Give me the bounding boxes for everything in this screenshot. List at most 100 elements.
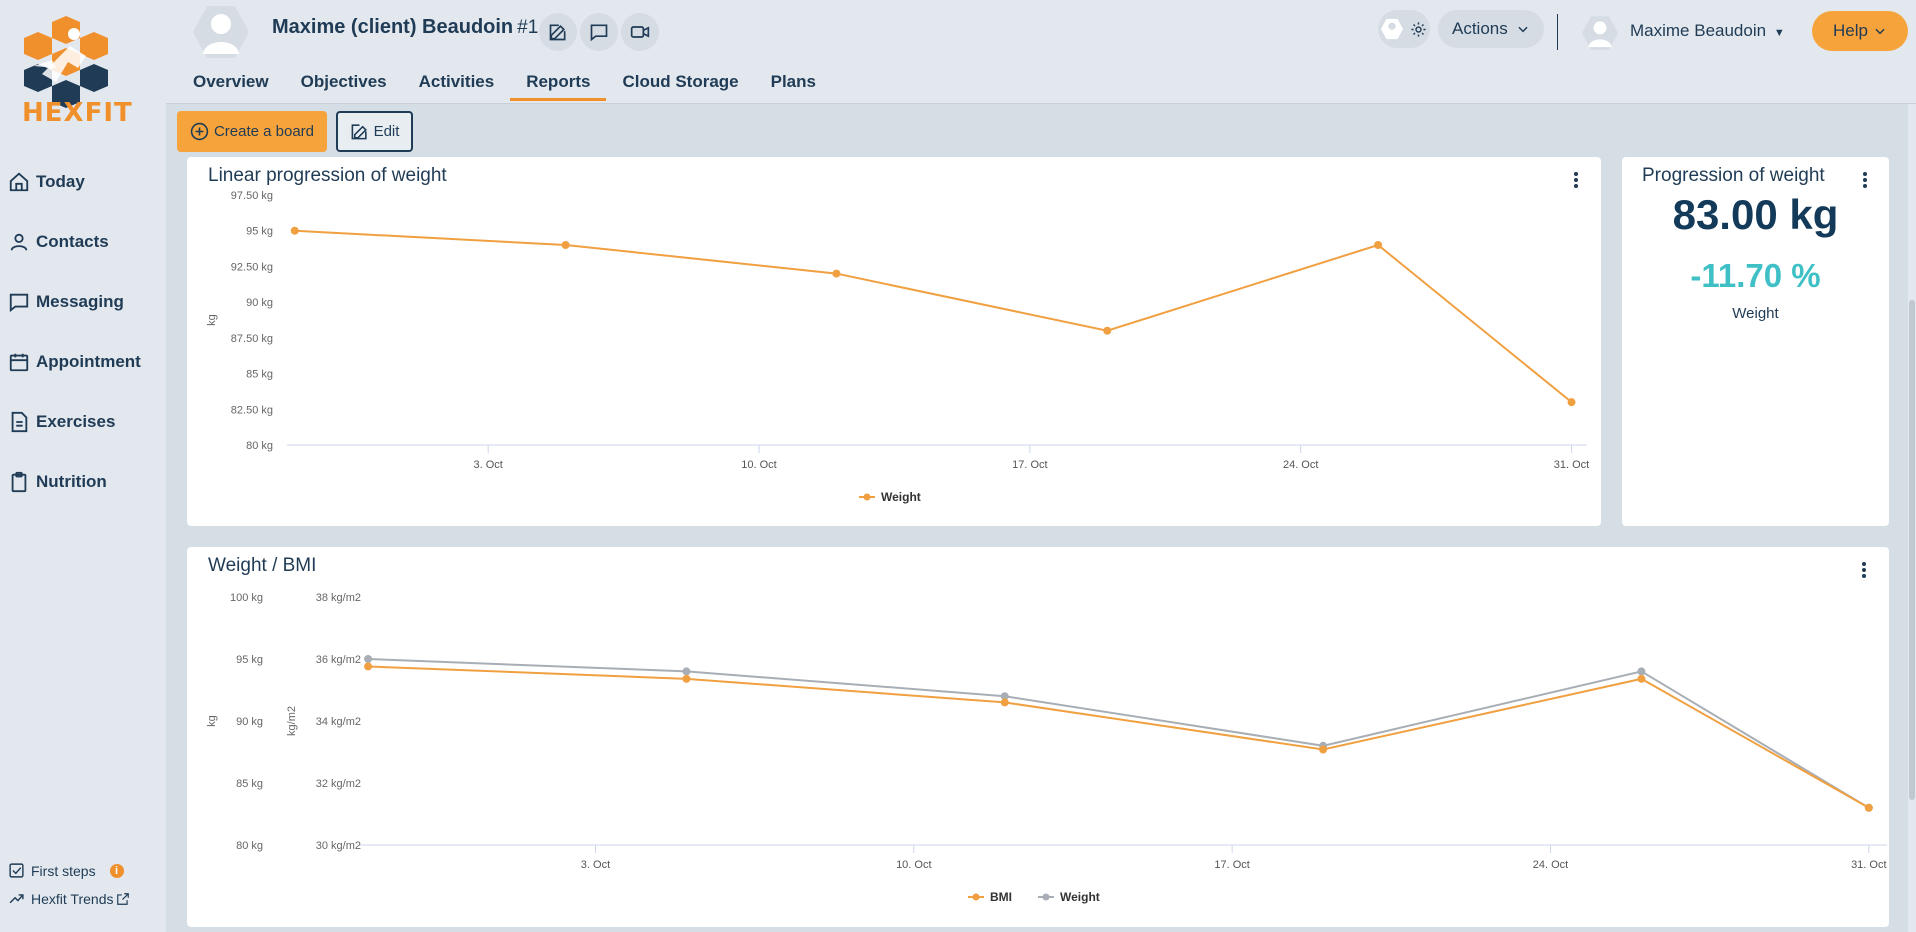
chart-title: Weight / BMI bbox=[208, 555, 317, 576]
edit-board-button[interactable]: Edit bbox=[336, 111, 413, 152]
weight-line-chart: 97.50 kg 95 kg 92.50 kg 90 kg 87.50 kg 85 kg 8… bbox=[206, 190, 1589, 504]
sidebar-item-label: Contacts bbox=[36, 232, 109, 251]
external-link-icon bbox=[117, 892, 130, 905]
weight-change-percent: -11.70 % bbox=[1690, 257, 1821, 294]
y-tick-label: 80 kg bbox=[236, 840, 263, 852]
data-point bbox=[1864, 803, 1873, 812]
weight-metric-card: Progression of weight 83.00 kg -11.70 % … bbox=[1622, 157, 1889, 526]
card-menu-icon[interactable] bbox=[1862, 171, 1868, 189]
video-icon bbox=[630, 26, 650, 38]
y-axis-title: kg bbox=[206, 715, 218, 727]
coach-settings-button[interactable] bbox=[1378, 10, 1430, 48]
tab-activities[interactable]: Activities bbox=[419, 72, 495, 101]
sidebar-item-messaging[interactable]: Messaging bbox=[8, 272, 141, 332]
card-menu-icon[interactable] bbox=[1861, 561, 1867, 579]
sidebar-item-label: Exercises bbox=[36, 412, 116, 431]
metric-label: Weight bbox=[1732, 305, 1779, 322]
y2-tick-label: 32 kg/m2 bbox=[316, 778, 361, 790]
y-tick-label: 80 kg bbox=[246, 440, 273, 452]
pencil-icon bbox=[351, 124, 367, 140]
x-tick-label: 24. Oct bbox=[1283, 459, 1318, 471]
document-icon bbox=[11, 411, 28, 433]
y2-tick-label: 30 kg/m2 bbox=[316, 840, 361, 852]
tab-objectives[interactable]: Objectives bbox=[301, 72, 387, 101]
tab-plans[interactable]: Plans bbox=[771, 72, 816, 101]
card-menu-icon[interactable] bbox=[1573, 171, 1579, 189]
clipboard-icon bbox=[11, 471, 27, 493]
data-point bbox=[1103, 326, 1112, 335]
chat-icon bbox=[590, 24, 608, 42]
data-point bbox=[682, 674, 691, 683]
legend-swatch-dot bbox=[863, 493, 871, 501]
pencil-icon bbox=[549, 24, 566, 41]
chart-title: Linear progression of weight bbox=[208, 165, 447, 186]
y-tick-label: 87.50 kg bbox=[231, 333, 273, 345]
sidebar-nav: Today Contacts Messaging Appointment Exe… bbox=[8, 152, 141, 512]
legend-label: Weight bbox=[1060, 890, 1100, 904]
y-tick-label: 85 kg bbox=[246, 369, 273, 381]
x-tick-label: 10. Oct bbox=[741, 459, 776, 471]
sidebar-item-label: Messaging bbox=[36, 292, 124, 311]
data-point bbox=[1567, 398, 1576, 407]
trend-up-icon bbox=[9, 894, 24, 904]
data-point bbox=[1319, 741, 1328, 750]
create-board-label: Create a board bbox=[213, 123, 315, 140]
weight-bmi-card: Weight / BMI 100 kg 95 kg 90 kg 85 kg 80 kg 3… bbox=[187, 547, 1889, 927]
sidebar-item-appointment[interactable]: Appointment bbox=[8, 332, 141, 392]
data-point bbox=[364, 655, 373, 663]
data-point bbox=[682, 667, 691, 676]
tab-reports[interactable]: Reports bbox=[510, 72, 607, 101]
user-avatar[interactable] bbox=[1582, 15, 1618, 51]
avatar-icon bbox=[1381, 18, 1404, 40]
first-steps-label: First steps bbox=[31, 862, 96, 879]
y-tick-label: 82.50 kg bbox=[231, 404, 273, 416]
chat-icon bbox=[9, 293, 29, 313]
sidebar-item-today[interactable]: Today bbox=[8, 152, 141, 212]
legend-label: BMI bbox=[990, 890, 1012, 904]
plus-circle-icon bbox=[190, 122, 209, 141]
actions-dropdown[interactable]: Actions bbox=[1438, 10, 1544, 48]
x-tick-label: 3. Oct bbox=[474, 459, 503, 471]
hexfit-trends-link[interactable]: Hexfit Trends bbox=[8, 890, 136, 907]
client-avatar[interactable] bbox=[193, 4, 249, 60]
home-icon bbox=[9, 172, 29, 192]
sidebar-item-exercises[interactable]: Exercises bbox=[8, 392, 141, 452]
x-tick-label: 17. Oct bbox=[1012, 459, 1047, 471]
header-divider bbox=[1557, 14, 1558, 50]
client-name-text: Maxime (client) Beaudoin bbox=[272, 16, 514, 38]
data-point bbox=[1374, 241, 1383, 249]
x-tick-label: 31. Oct bbox=[1851, 859, 1886, 871]
edit-client-button[interactable] bbox=[539, 13, 577, 51]
chevron-down-icon bbox=[1518, 26, 1528, 33]
user-menu[interactable]: Maxime Beaudoin ▼ bbox=[1630, 21, 1785, 41]
sidebar-item-contacts[interactable]: Contacts bbox=[8, 212, 141, 272]
y2-tick-label: 38 kg/m2 bbox=[316, 592, 361, 604]
chevron-down-icon bbox=[1875, 28, 1885, 35]
first-steps-link[interactable]: First steps i bbox=[8, 862, 124, 879]
legend-swatch-dot bbox=[1042, 893, 1050, 901]
y-tick-label: 85 kg bbox=[236, 778, 263, 790]
data-point bbox=[832, 269, 841, 278]
edit-board-label: Edit bbox=[373, 123, 400, 140]
data-point bbox=[364, 662, 373, 671]
client-id: #1 bbox=[517, 17, 539, 38]
y2-tick-label: 34 kg/m2 bbox=[316, 716, 361, 728]
y-tick-label: 95 kg bbox=[236, 654, 263, 666]
help-button[interactable]: Help bbox=[1812, 11, 1908, 51]
tab-cloud-storage[interactable]: Cloud Storage bbox=[622, 72, 738, 101]
help-label: Help bbox=[1833, 21, 1868, 40]
sidebar-item-nutrition[interactable]: Nutrition bbox=[8, 452, 141, 512]
actions-label: Actions bbox=[1452, 19, 1508, 38]
user-name: Maxime Beaudoin bbox=[1630, 21, 1767, 40]
y-tick-label: 90 kg bbox=[236, 716, 263, 728]
scrollbar-thumb[interactable] bbox=[1909, 300, 1915, 800]
video-call-button[interactable] bbox=[621, 13, 659, 51]
y-axis-title: kg bbox=[206, 314, 218, 326]
header: Maxime (client) Beaudoin #1 Overview Obje… bbox=[166, 0, 1916, 104]
create-board-button[interactable]: Create a board bbox=[177, 111, 327, 152]
x-tick-label: 24. Oct bbox=[1533, 859, 1568, 871]
series-line-weight bbox=[368, 658, 1870, 809]
tab-overview[interactable]: Overview bbox=[193, 72, 269, 101]
data-point bbox=[561, 241, 570, 249]
message-client-button[interactable] bbox=[580, 13, 618, 51]
